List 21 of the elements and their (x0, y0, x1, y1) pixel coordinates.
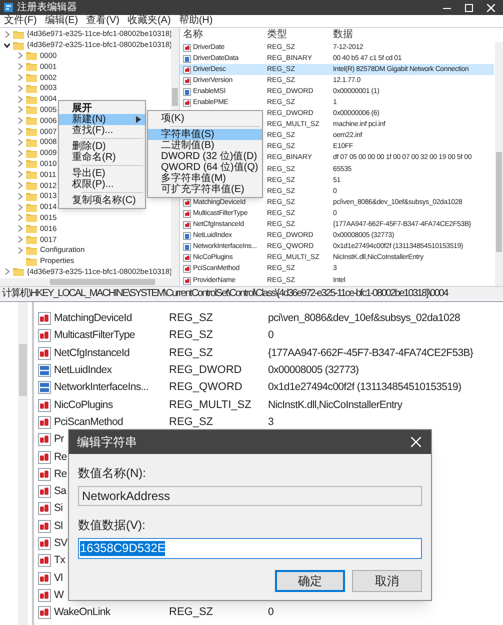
value-data: pci\ven_8086&dev_10ef&subsys_02da1028 (268, 311, 460, 326)
value-data: NicInstK.dll,NicCoInstallerEntry (268, 398, 402, 413)
value-type: REG_MULTI_SZ (169, 398, 252, 413)
value-data: 0x1d1e27494c00f2f (131134854510153519) (268, 380, 462, 396)
value-type: REG_SZ (169, 605, 214, 620)
value-data: 3 (268, 414, 274, 430)
dialog-title: 编辑字符串 (77, 434, 137, 450)
field-label: 数值名称(N): (78, 466, 147, 481)
value-type: REG_QWORD (169, 380, 244, 396)
value-type: REG_SZ (169, 328, 214, 344)
status-bar-path: 计算机\HKEY_LOCAL_MACHINE\SYSTEM\CurrentControlSet\Control\Class\{4d36e972-e325-11ce-bfc1-08002be10318}\0004 (1, 288, 448, 300)
value-type: REG_SZ (169, 311, 214, 326)
value-type: REG_SZ (169, 346, 214, 361)
value-type: REG_SZ (169, 414, 214, 430)
value-data: 0 (268, 328, 274, 344)
value-data: 0 (268, 605, 274, 620)
value-data: 0x00008005 (32773) (268, 363, 359, 378)
value-data: {177AA947-662F-45F7-B347-4FA74CE2F53B} (268, 346, 474, 361)
field-label: 数值数据(V): (78, 518, 146, 533)
window-title: 注册表编辑器 (17, 2, 77, 14)
value-type: REG_DWORD (169, 363, 243, 378)
